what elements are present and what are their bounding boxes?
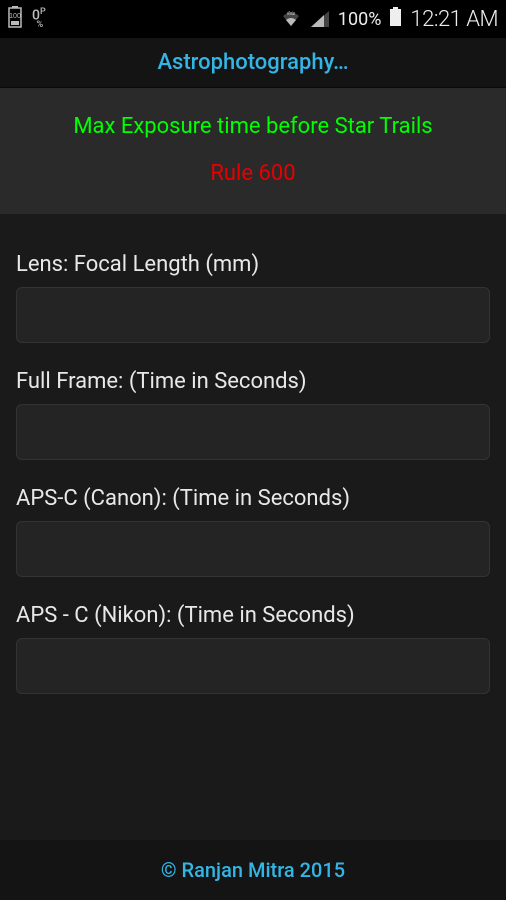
apsc-nikon-group: APS - C (Nikon): (Time in Seconds) [16, 603, 490, 694]
copyright-text: © Ranjan Mitra 2015 [161, 858, 345, 882]
exposure-title: Max Exposure time before Star Trails [10, 114, 496, 139]
signal-icon [310, 10, 330, 28]
svg-text:100: 100 [9, 13, 21, 20]
data-usage-icon: 0P % [32, 8, 46, 30]
status-bar: 100 0P % ↑↓ 100% [0, 0, 506, 38]
apsc-nikon-input[interactable] [16, 638, 490, 694]
apsc-nikon-label: APS - C (Nikon): (Time in Seconds) [16, 603, 490, 628]
wifi-icon: ↑↓ [280, 10, 302, 28]
svg-text:↑↓: ↑↓ [287, 10, 294, 17]
form-section: Lens: Focal Length (mm) Full Frame: (Tim… [0, 214, 506, 694]
apsc-canon-label: APS-C (Canon): (Time in Seconds) [16, 486, 490, 511]
full-frame-label: Full Frame: (Time in Seconds) [16, 369, 490, 394]
focal-length-label: Lens: Focal Length (mm) [16, 252, 490, 277]
footer: © Ranjan Mitra 2015 [0, 840, 506, 900]
full-frame-group: Full Frame: (Time in Seconds) [16, 369, 490, 460]
full-frame-input[interactable] [16, 404, 490, 460]
battery-percent-text: 100% [338, 9, 382, 30]
focal-length-input[interactable] [16, 287, 490, 343]
focal-length-group: Lens: Focal Length (mm) [16, 252, 490, 343]
info-section: Max Exposure time before Star Trails Rul… [0, 88, 506, 214]
apsc-canon-group: APS-C (Canon): (Time in Seconds) [16, 486, 490, 577]
clock: 12:21 AM [410, 7, 498, 32]
status-right: ↑↓ 100% 12:21 AM [280, 7, 498, 32]
battery-small-icon: 100 [8, 6, 22, 32]
app-header: Astrophotography… [0, 38, 506, 88]
battery-full-icon [389, 7, 402, 31]
app-title: Astrophotography… [157, 50, 348, 75]
rule-label: Rule 600 [10, 161, 496, 186]
apsc-canon-input[interactable] [16, 521, 490, 577]
status-left: 100 0P % [8, 6, 46, 32]
